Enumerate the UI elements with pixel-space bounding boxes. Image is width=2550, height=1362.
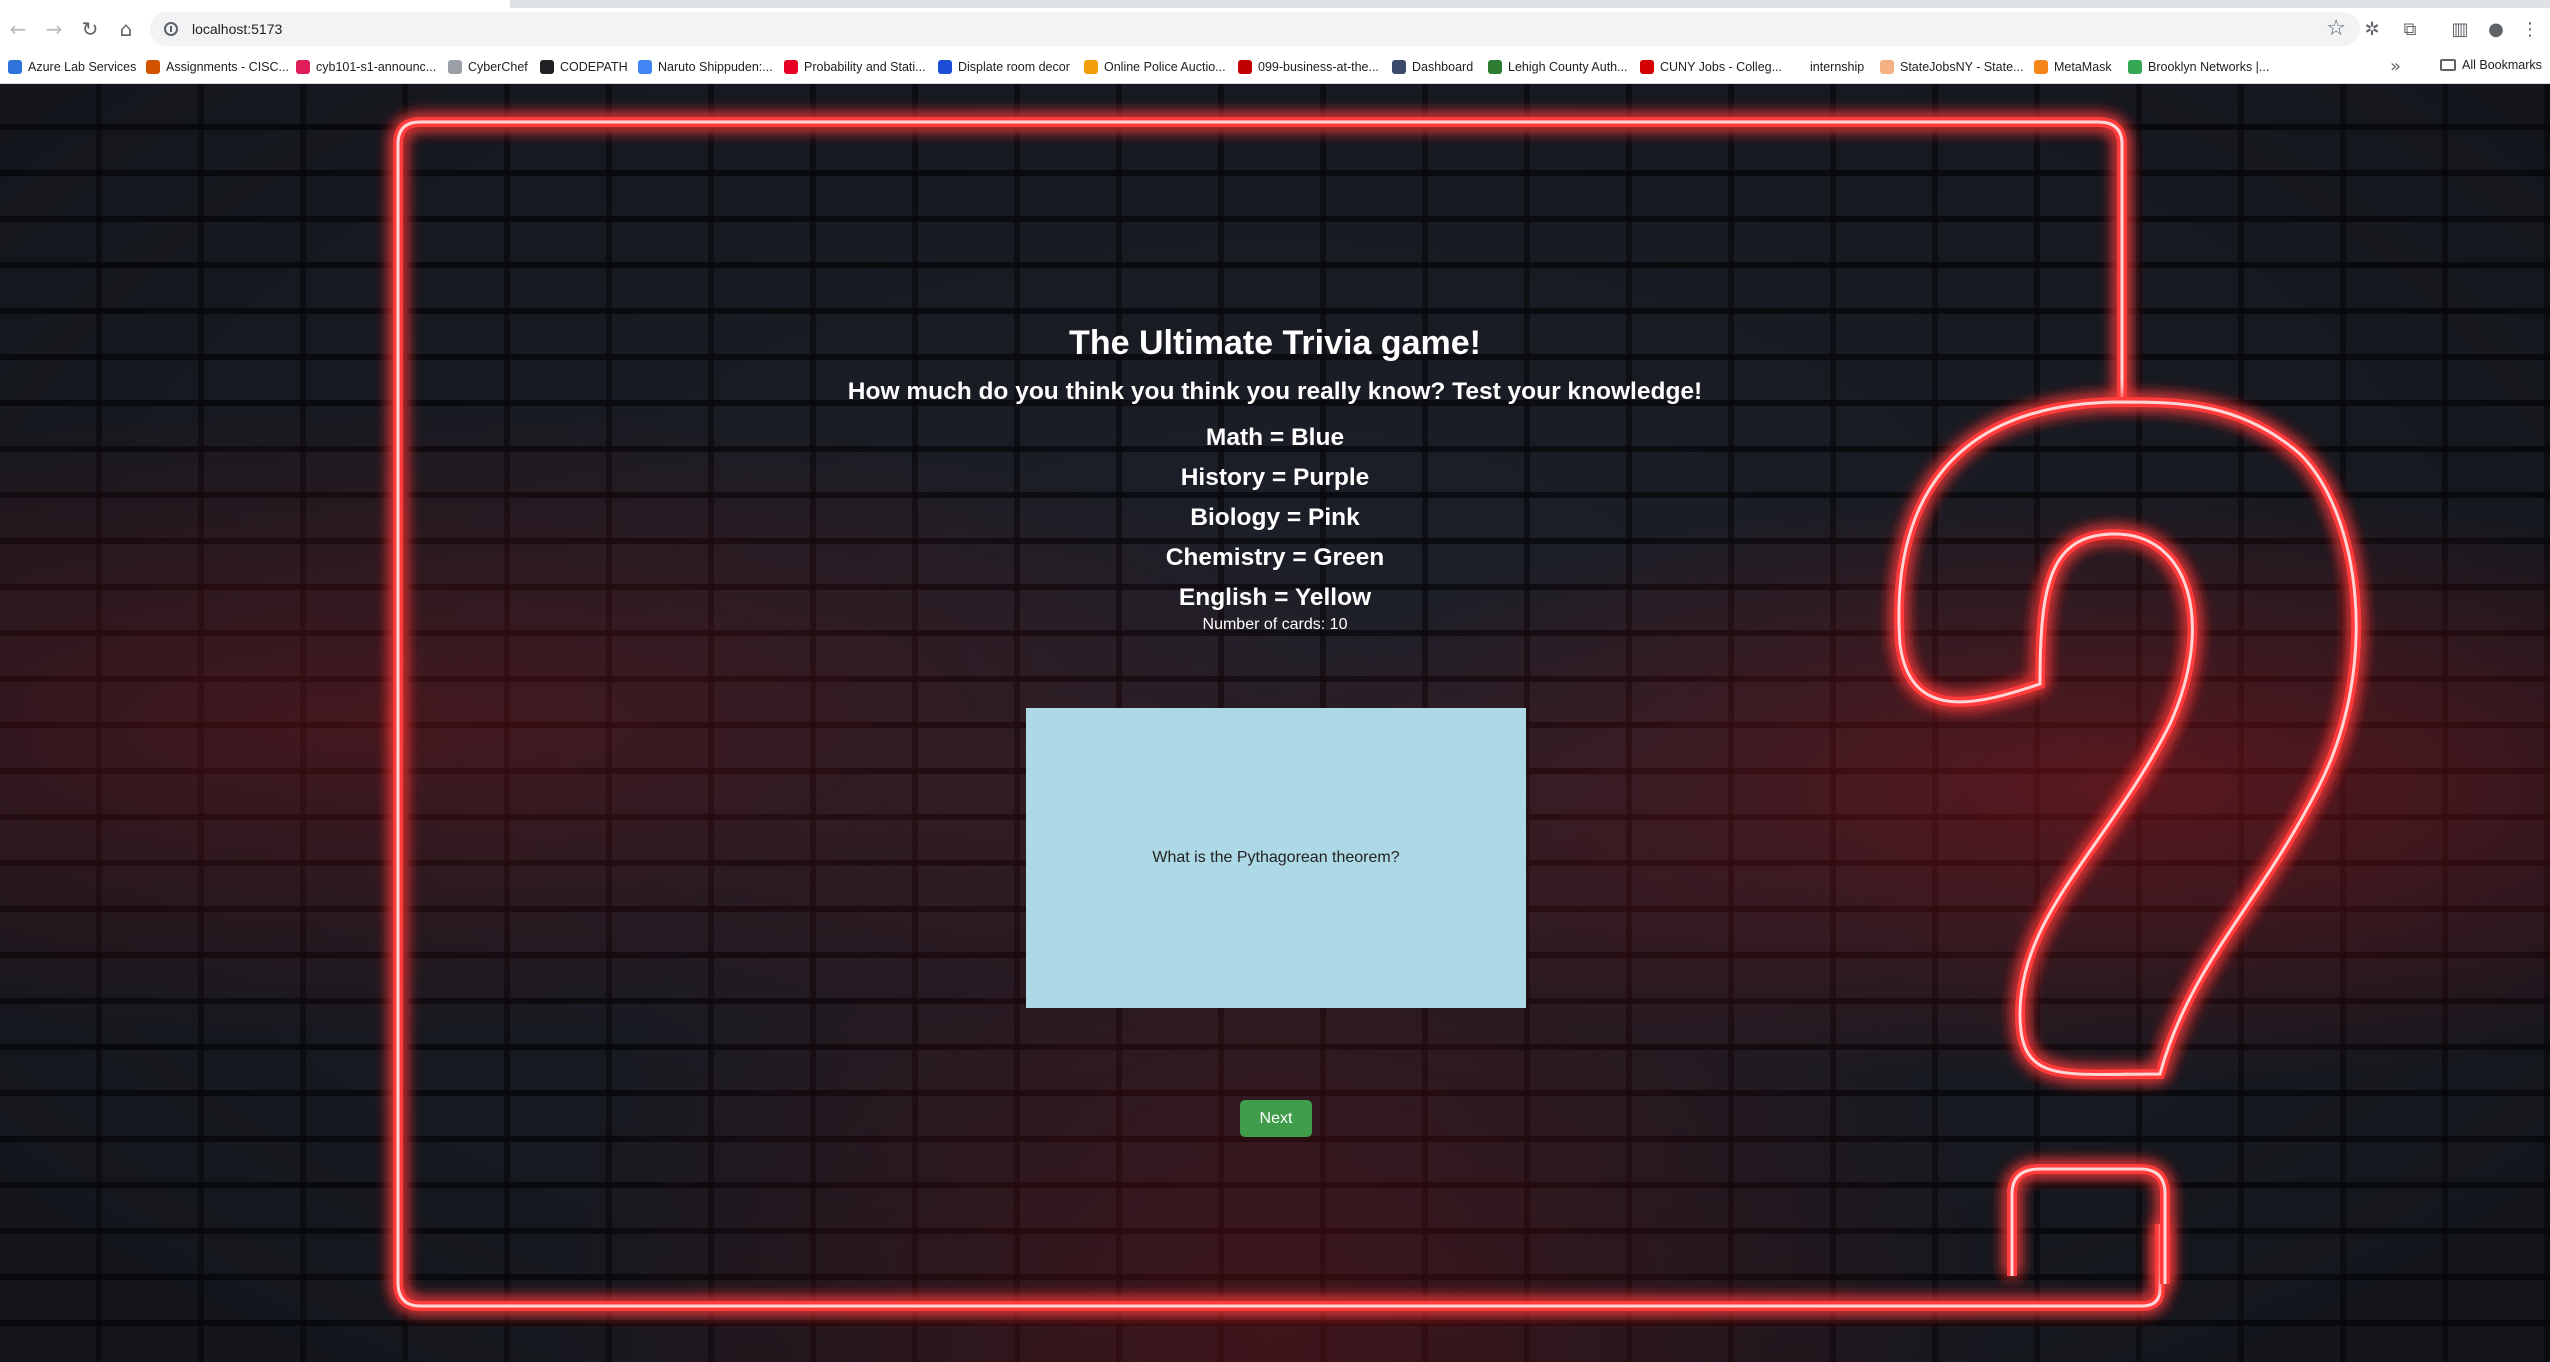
legend-item-math: Math = Blue xyxy=(1205,424,1345,451)
page-subtitle: How much do you think you think you real… xyxy=(847,378,1703,405)
bookmark-favicon-icon xyxy=(1488,60,1502,74)
bookmark-item[interactable]: internship xyxy=(1790,58,1864,76)
active-tab[interactable] xyxy=(0,0,510,8)
card-count: Number of cards: 10 xyxy=(1202,616,1348,633)
bookmark-favicon-icon xyxy=(1790,60,1804,74)
site-info-icon[interactable] xyxy=(164,22,178,36)
bookmark-favicon-icon xyxy=(938,60,952,74)
flashcard-question: What is the Pythagorean theorem? xyxy=(1152,849,1400,866)
home-icon[interactable]: ⌂ xyxy=(112,15,140,43)
bookmark-favicon-icon xyxy=(1238,60,1252,74)
page-title: The Ultimate Trivia game! xyxy=(1069,324,1481,362)
bookmark-favicon-icon xyxy=(2128,60,2142,74)
bookmark-item[interactable]: MetaMask xyxy=(2034,58,2112,76)
back-icon[interactable]: ← xyxy=(4,15,32,43)
bookmark-favicon-icon xyxy=(784,60,798,74)
bookmark-favicon-icon xyxy=(638,60,652,74)
url-text[interactable]: localhost:5173 xyxy=(192,21,282,37)
all-bookmarks-button[interactable]: All Bookmarks xyxy=(2440,58,2542,72)
bookmark-favicon-icon xyxy=(1084,60,1098,74)
bookmark-item[interactable]: CyberChef xyxy=(448,58,528,76)
bookmark-favicon-icon xyxy=(8,60,22,74)
bookmark-favicon-icon xyxy=(2034,60,2048,74)
bookmark-item[interactable]: CODEPATH xyxy=(540,58,628,76)
side-panel-icon[interactable]: ▥ xyxy=(2448,17,2472,41)
tab-strip xyxy=(0,0,2550,8)
bookmark-favicon-icon xyxy=(1640,60,1654,74)
bookmark-item[interactable]: StateJobsNY - State... xyxy=(1880,58,2023,76)
extension-gear-icon[interactable]: ✲ xyxy=(2360,17,2384,41)
more-bookmarks-chevron-icon[interactable]: » xyxy=(2390,56,2401,77)
bookmark-item[interactable]: Probability and Stati... xyxy=(784,58,926,76)
legend-item-chemistry: Chemistry = Green xyxy=(1165,544,1385,571)
extensions-puzzle-icon[interactable]: ⧉ xyxy=(2398,17,2422,41)
bookmark-item[interactable]: Azure Lab Services xyxy=(8,58,136,76)
trivia-app: The Ultimate Trivia game! How much do yo… xyxy=(0,84,2550,1362)
bookmark-item[interactable]: Brooklyn Networks |... xyxy=(2128,58,2269,76)
bookmark-favicon-icon xyxy=(540,60,554,74)
bookmark-item[interactable]: Assignments - CISC... xyxy=(146,58,289,76)
bookmark-favicon-icon xyxy=(1880,60,1894,74)
bookmark-favicon-icon xyxy=(448,60,462,74)
forward-icon[interactable]: → xyxy=(40,15,68,43)
legend-item-biology: Biology = Pink xyxy=(1190,504,1360,531)
legend-item-history: History = Purple xyxy=(1180,464,1370,491)
category-color-legend: Math = Blue History = Purple Biology = P… xyxy=(0,418,2550,618)
bookmarks-bar: Azure Lab Services Assignments - CISC...… xyxy=(0,50,2550,84)
address-bar[interactable]: localhost:5173 ☆ xyxy=(150,12,2360,46)
page-viewport: The Ultimate Trivia game! How much do yo… xyxy=(0,84,2550,1362)
legend-item-english: English = Yellow xyxy=(1178,584,1372,611)
profile-avatar-icon[interactable]: ● xyxy=(2484,17,2508,41)
bookmark-favicon-icon xyxy=(1392,60,1406,74)
flashcard[interactable]: What is the Pythagorean theorem? xyxy=(1026,708,1526,1008)
next-button[interactable]: Next xyxy=(1240,1100,1312,1137)
bookmark-favicon-icon xyxy=(296,60,310,74)
folder-icon xyxy=(2440,59,2456,71)
browser-toolbar: ← → ↻ ⌂ localhost:5173 ☆ ✲ ⧉ ▥ ● ⋮ xyxy=(0,8,2550,50)
bookmark-item[interactable]: CUNY Jobs - Colleg... xyxy=(1640,58,1782,76)
bookmark-item[interactable]: cyb101-s1-announc... xyxy=(296,58,436,76)
bookmark-item[interactable]: Lehigh County Auth... xyxy=(1488,58,1628,76)
bookmark-favicon-icon xyxy=(146,60,160,74)
reload-icon[interactable]: ↻ xyxy=(76,15,104,43)
bookmark-item[interactable]: Online Police Auctio... xyxy=(1084,58,1226,76)
bookmark-star-icon[interactable]: ☆ xyxy=(2326,16,2346,41)
menu-kebab-icon[interactable]: ⋮ xyxy=(2518,17,2542,41)
bookmark-item[interactable]: 099-business-at-the... xyxy=(1238,58,1379,76)
bookmark-item[interactable]: Dashboard xyxy=(1392,58,1473,76)
bookmark-item[interactable]: Naruto Shippuden:... xyxy=(638,58,773,76)
bookmark-item[interactable]: Displate room decor xyxy=(938,58,1070,76)
